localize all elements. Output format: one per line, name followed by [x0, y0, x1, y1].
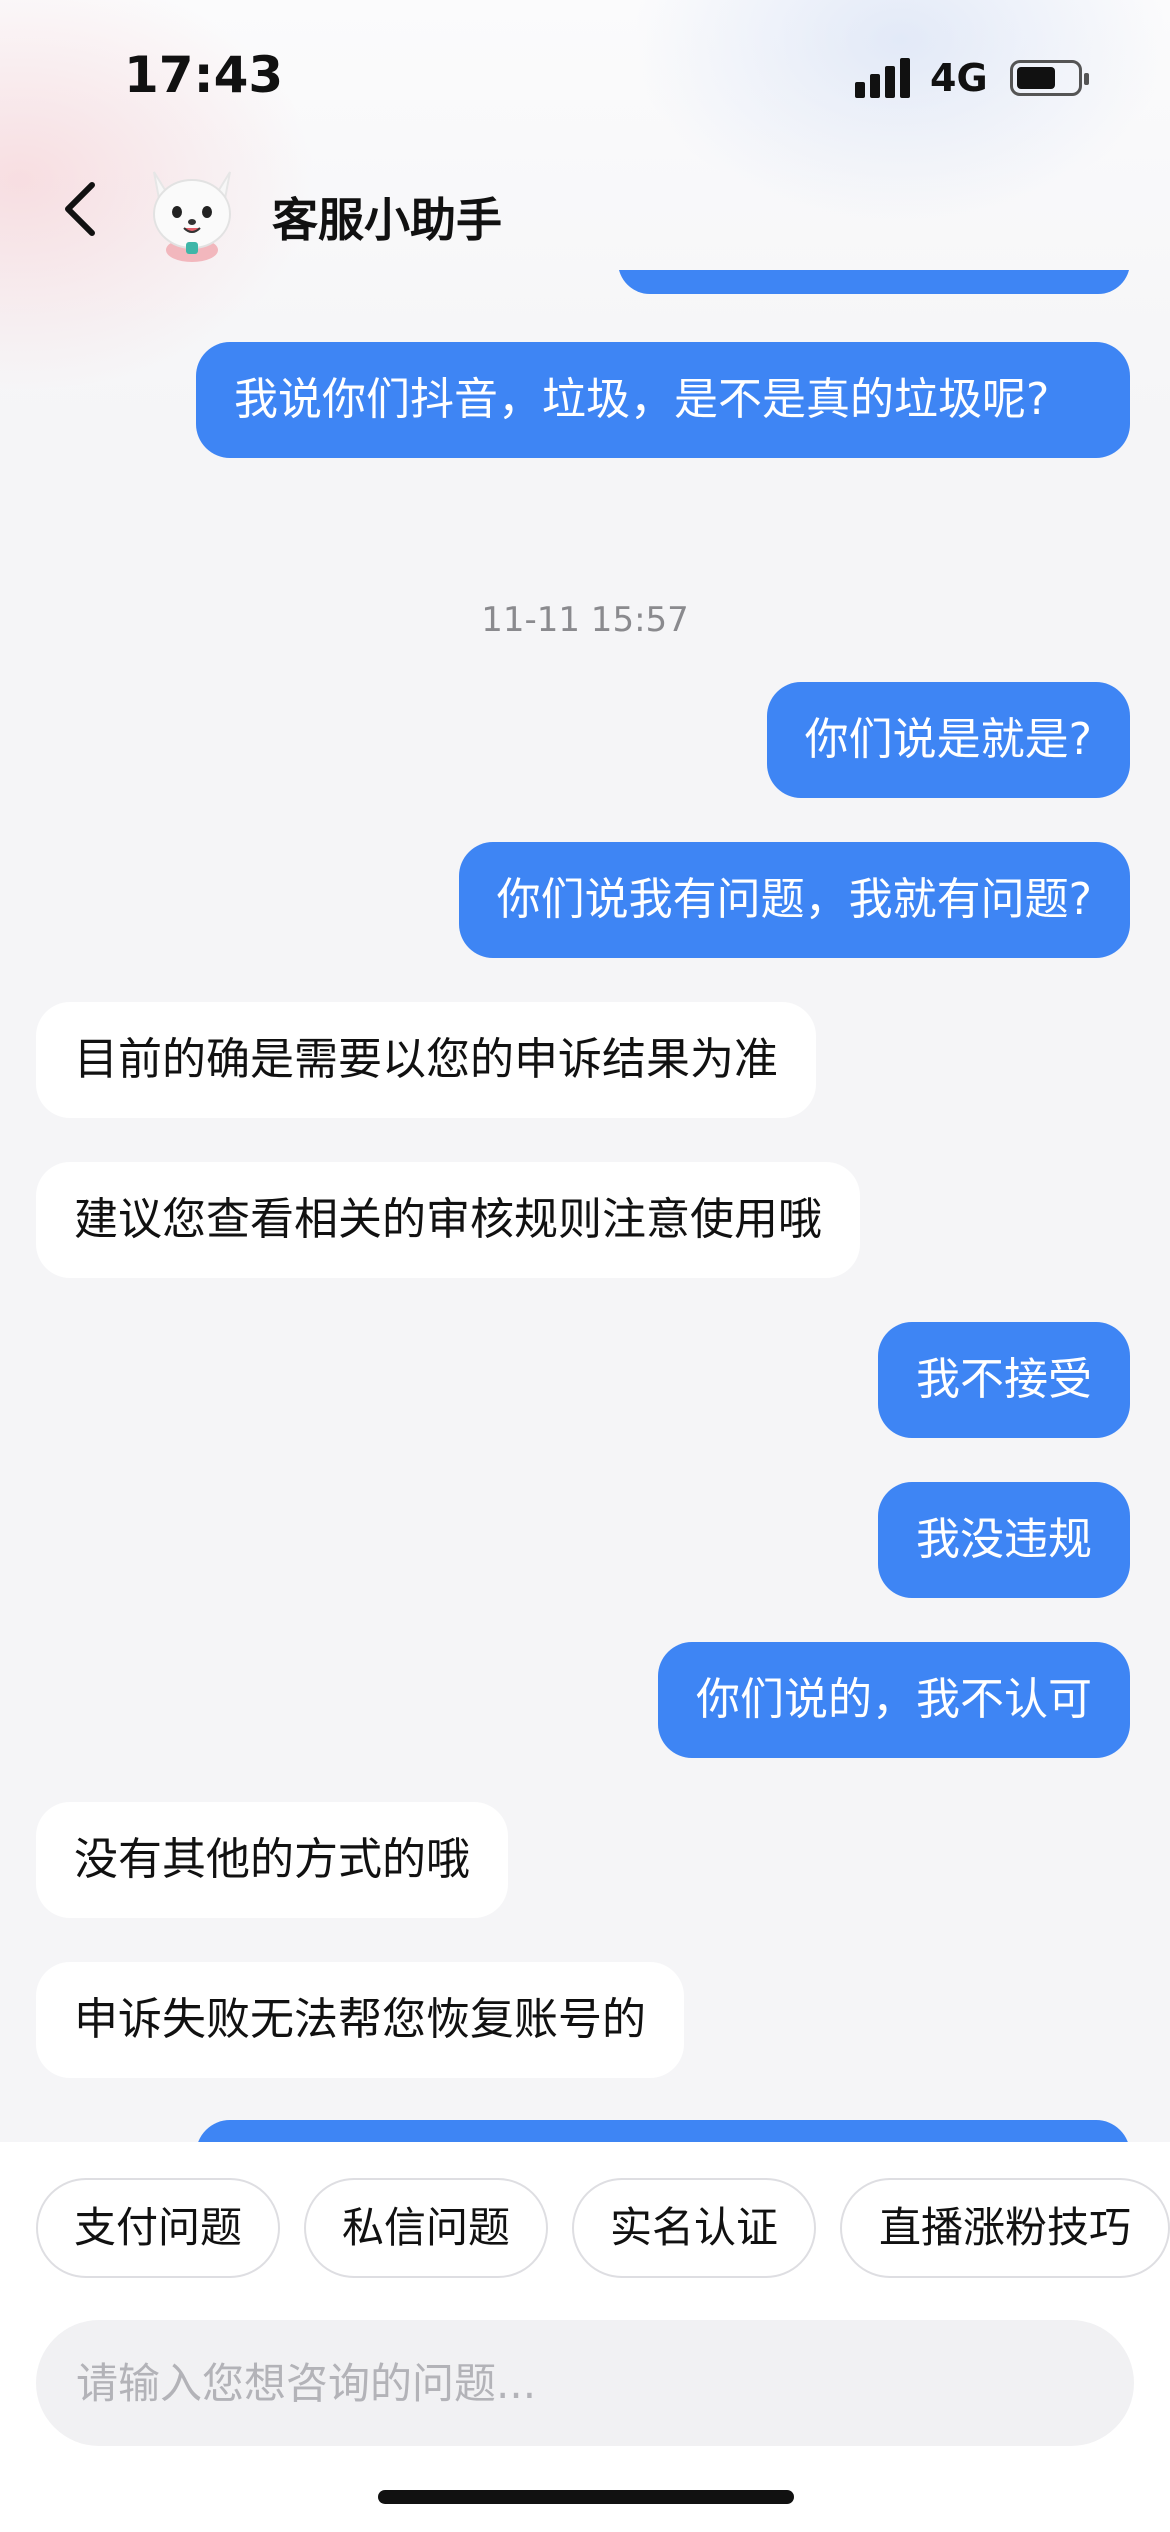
back-button[interactable] [50, 174, 110, 244]
message-text: 你们说的，我不认可 [696, 1674, 1092, 1725]
message-bubble-out[interactable]: 你们说我有问题，我就有问题? [458, 842, 1130, 958]
quick-reply-chip[interactable]: 私信问题 [304, 2178, 548, 2278]
cat-mascot-icon [153, 171, 231, 262]
message-text: 你们说我有问题，我就有问题? [496, 874, 1092, 925]
quick-reply-row: 支付问题 私信问题 实名认证 直播涨粉技巧 [36, 2178, 1170, 2278]
message-input[interactable] [76, 2320, 1096, 2446]
avatar[interactable] [140, 158, 244, 262]
message-bubble-out[interactable]: 你们说是就是? [766, 682, 1130, 798]
message-text: 目前的确是需要以您的申诉结果为准 [74, 1034, 778, 1085]
home-indicator [378, 2490, 794, 2504]
chat-title: 客服小助手 [272, 193, 502, 247]
message-list[interactable]: 我说你们抖音，垃圾，是不是真的垃圾呢? 11-11 15:57 你们说是就是? … [0, 270, 1170, 2142]
status-bar: 17:43 4G [0, 0, 1170, 150]
bottom-panel: 支付问题 私信问题 实名认证 直播涨粉技巧 [0, 2142, 1170, 2532]
network-type: 4G [930, 56, 988, 100]
message-text: 我没违规 [916, 1514, 1092, 1565]
message-bubble-in[interactable]: 建议您查看相关的审核规则注意使用哦 [36, 1162, 860, 1278]
chevron-left-icon [65, 182, 95, 236]
message-text: 申诉失败无法帮您恢复账号的 [74, 1994, 646, 2045]
message-text: 我不接受 [916, 1354, 1092, 1405]
message-bubble-in[interactable]: 没有其他的方式的哦 [36, 1802, 508, 1918]
quick-reply-chip[interactable]: 支付问题 [36, 2178, 280, 2278]
message-input-container[interactable] [36, 2320, 1134, 2446]
message-text: 你们说是就是? [804, 714, 1092, 765]
message-bubble-partial[interactable] [618, 270, 1130, 294]
quick-reply-chip[interactable]: 直播涨粉技巧 [840, 2178, 1170, 2278]
message-text: 建议您查看相关的审核规则注意使用哦 [74, 1194, 822, 1245]
message-bubble-out[interactable]: 我说你们抖音，垃圾，是不是真的垃圾呢? [196, 342, 1130, 458]
message-bubble-in[interactable]: 申诉失败无法帮您恢复账号的 [36, 1962, 684, 2078]
message-bubble-partial[interactable] [196, 2120, 1130, 2142]
message-text: 我说你们抖音，垃圾，是不是真的垃圾呢? [234, 374, 1050, 425]
battery-icon [1010, 60, 1089, 96]
message-timestamp: 11-11 15:57 [481, 600, 689, 640]
message-text: 没有其他的方式的哦 [74, 1834, 470, 1885]
message-bubble-in[interactable]: 目前的确是需要以您的申诉结果为准 [36, 1002, 816, 1118]
status-time: 17:43 [124, 46, 284, 104]
message-bubble-out[interactable]: 我没违规 [878, 1482, 1130, 1598]
quick-reply-chip[interactable]: 实名认证 [572, 2178, 816, 2278]
message-bubble-out[interactable]: 你们说的，我不认可 [658, 1642, 1130, 1758]
message-bubble-out[interactable]: 我不接受 [878, 1322, 1130, 1438]
chat-header: 客服小助手 [0, 150, 1170, 270]
signal-icon [855, 58, 915, 98]
